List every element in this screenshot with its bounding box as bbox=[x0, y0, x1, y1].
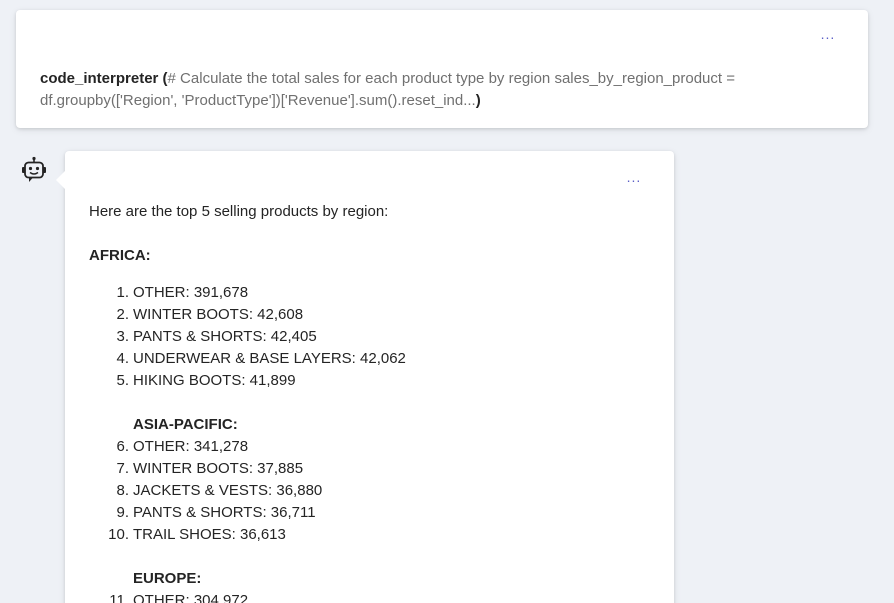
list-text: HIKING BOOTS: 41,899 bbox=[133, 372, 296, 389]
message-intro: Here are the top 5 selling products by r… bbox=[89, 203, 389, 220]
list-text: UNDERWEAR & BASE LAYERS: 42,062 bbox=[133, 350, 406, 367]
list-number: 7. bbox=[116, 460, 129, 477]
list-item: 9. PANTS & SHORTS: 36,711 bbox=[89, 502, 649, 524]
list-item: 1. OTHER: 391,678 bbox=[89, 282, 649, 304]
message-body: Here are the top 5 selling products by r… bbox=[89, 201, 649, 603]
list-number: 11. bbox=[109, 592, 129, 603]
list-text: TRAIL SHOES: 36,613 bbox=[133, 526, 286, 543]
list-number: 6. bbox=[116, 438, 129, 455]
region-heading: EUROPE: bbox=[133, 570, 202, 587]
list-item: 2. WINTER BOOTS: 42,608 bbox=[89, 304, 649, 326]
tool-close-paren: ) bbox=[475, 92, 481, 109]
list-text: PANTS & SHORTS: 42,405 bbox=[133, 328, 317, 345]
list-item: 8. JACKETS & VESTS: 36,880 bbox=[89, 480, 649, 502]
bot-icon bbox=[21, 156, 47, 184]
list-item: 6. OTHER: 341,278 bbox=[89, 436, 649, 458]
list-item: 5. HIKING BOOTS: 41,899 bbox=[89, 370, 649, 392]
list-number: 1. bbox=[116, 284, 129, 301]
list-text: OTHER: 304,972 bbox=[133, 592, 249, 603]
list-text: OTHER: 341,278 bbox=[133, 438, 249, 455]
list-item: 3. PANTS & SHORTS: 42,405 bbox=[89, 326, 649, 348]
message-pointer bbox=[56, 171, 65, 189]
list-number: 9. bbox=[116, 504, 129, 521]
list-item: 4. UNDERWEAR & BASE LAYERS: 42,062 bbox=[89, 348, 649, 370]
region-heading: AFRICA: bbox=[89, 247, 151, 264]
list-number: 4. bbox=[116, 350, 129, 367]
list-text: WINTER BOOTS: 37,885 bbox=[133, 460, 304, 477]
more-options-icon[interactable]: ... bbox=[816, 27, 840, 46]
product-list: 6. OTHER: 341,278 7. WINTER BOOTS: 37,885 … bbox=[89, 436, 649, 546]
tool-name: code_interpreter bbox=[40, 70, 159, 87]
list-item: 11. OTHER: 304,972 bbox=[89, 590, 649, 603]
list-number: 8. bbox=[116, 482, 129, 499]
list-text: PANTS & SHORTS: 36,711 bbox=[133, 504, 316, 521]
list-text: JACKETS & VESTS: 36,880 bbox=[133, 482, 323, 499]
tool-call-card: ... code_interpreter (# Calculate the to… bbox=[16, 10, 868, 128]
product-list: 1. OTHER: 391,678 2. WINTER BOOTS: 42,608 … bbox=[89, 282, 649, 392]
more-options-icon[interactable]: ... bbox=[622, 170, 646, 189]
region-heading: ASIA-PACIFIC: bbox=[133, 416, 238, 433]
list-item: 7. WINTER BOOTS: 37,885 bbox=[89, 458, 649, 480]
list-number: 3. bbox=[116, 328, 129, 345]
list-number: 2. bbox=[116, 306, 129, 323]
list-number: 10. bbox=[108, 526, 129, 543]
tool-call-text: code_interpreter (# Calculate the total … bbox=[40, 68, 760, 112]
bot-message-card: ... Here are the top 5 selling products … bbox=[56, 151, 674, 603]
list-text: OTHER: 391,678 bbox=[133, 284, 249, 301]
chat-page: ... code_interpreter (# Calculate the to… bbox=[0, 0, 894, 603]
list-number: 5. bbox=[116, 372, 129, 389]
product-list: 11. OTHER: 304,972 bbox=[89, 590, 649, 603]
list-item: 10. TRAIL SHOES: 36,613 bbox=[89, 524, 649, 546]
list-text: WINTER BOOTS: 42,608 bbox=[133, 306, 304, 323]
